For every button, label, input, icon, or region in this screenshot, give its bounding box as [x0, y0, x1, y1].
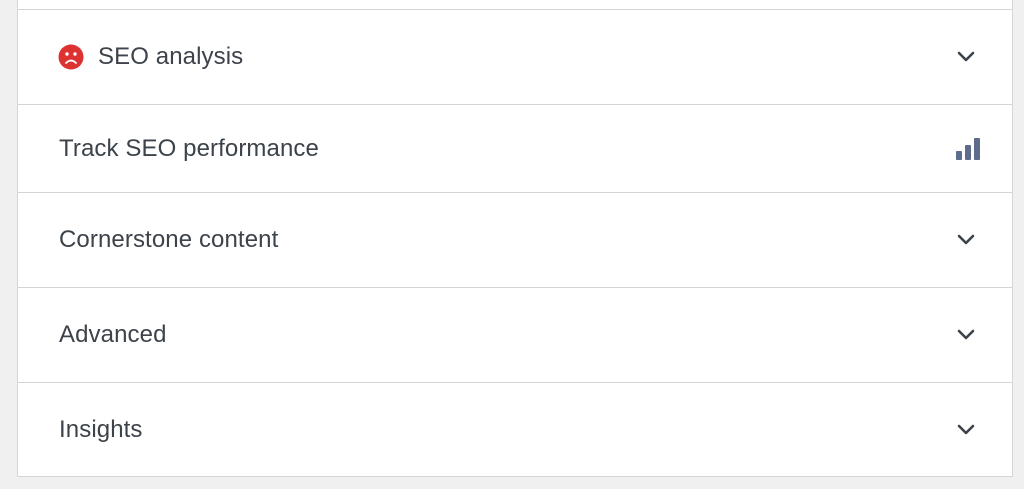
seo-analysis-row[interactable]: SEO analysis: [18, 10, 1012, 105]
chevron-down-icon[interactable]: [956, 325, 976, 345]
chevron-down-icon[interactable]: [956, 420, 976, 440]
insights-label: Insights: [59, 416, 143, 443]
panel-top-divider: [18, 0, 1012, 10]
track-seo-performance-row[interactable]: Track SEO performance: [18, 105, 1012, 193]
advanced-row[interactable]: Advanced: [18, 288, 1012, 383]
track-seo-performance-label: Track SEO performance: [59, 134, 319, 162]
cornerstone-content-row[interactable]: Cornerstone content: [18, 193, 1012, 288]
seo-analysis-label: SEO analysis: [98, 43, 244, 70]
seo-metabox-panel: SEO analysis Track SEO performance Corne…: [17, 0, 1013, 477]
advanced-label: Advanced: [59, 321, 167, 348]
insights-row[interactable]: Insights: [18, 383, 1012, 477]
cornerstone-content-label: Cornerstone content: [59, 226, 279, 253]
bar-chart-icon[interactable]: [954, 137, 982, 161]
sad-face-icon: [58, 44, 84, 70]
chevron-down-icon[interactable]: [956, 47, 976, 67]
chevron-down-icon[interactable]: [956, 230, 976, 250]
